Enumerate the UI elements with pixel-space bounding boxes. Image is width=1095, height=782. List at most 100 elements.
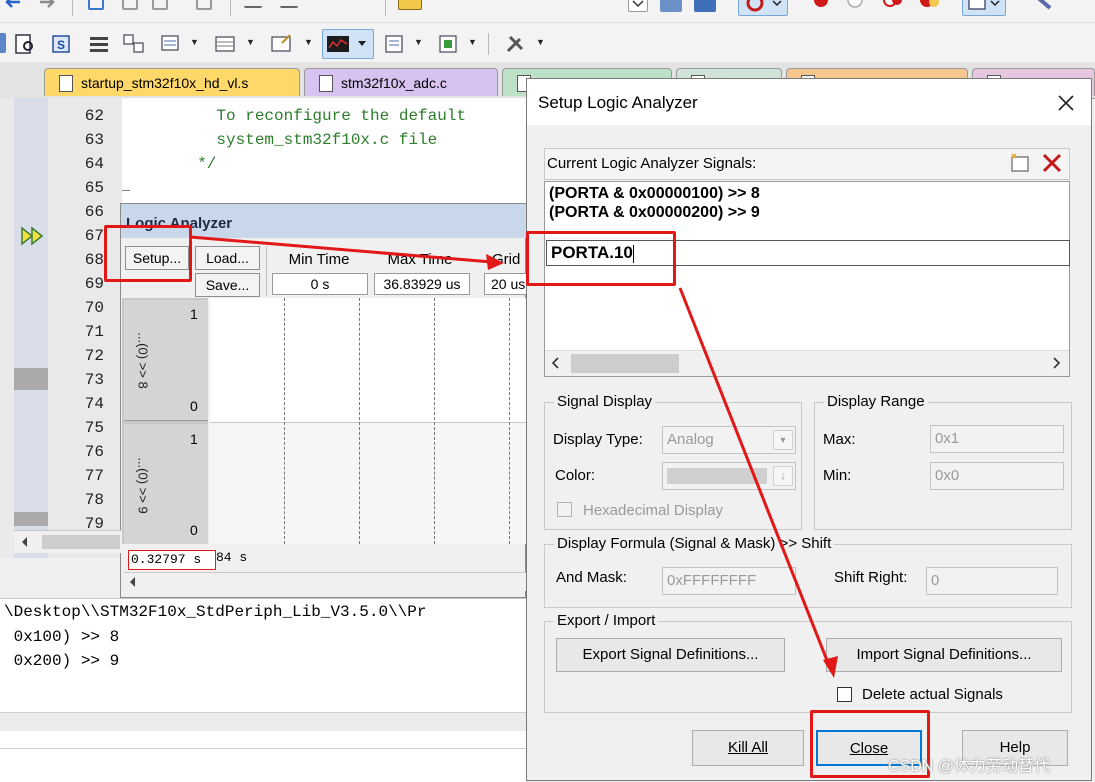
scroll-right-icon[interactable]: [1047, 351, 1067, 375]
forward-arrow-icon[interactable]: [38, 0, 56, 10]
toolbar-separator: [385, 0, 386, 16]
scroll-left-icon[interactable]: [14, 531, 36, 553]
svg-text:S: S: [57, 38, 65, 52]
analysis-window-icon[interactable]: [270, 33, 294, 55]
save-button[interactable]: Save...: [195, 273, 260, 297]
command-output-line: 0x200) >> 9: [4, 652, 120, 670]
system-viewer-icon[interactable]: [384, 33, 406, 55]
max-input[interactable]: 0x1: [930, 425, 1064, 453]
document-icon: [59, 75, 73, 92]
display-formula-group-label: Display Formula (Signal & Mask) >> Shift: [554, 535, 835, 552]
line-number: 68: [84, 251, 104, 269]
back-arrow-icon[interactable]: [4, 0, 22, 10]
call-stack-icon[interactable]: [88, 33, 110, 55]
shift-right-input[interactable]: 0: [926, 567, 1058, 595]
scroll-left-icon[interactable]: [545, 351, 565, 375]
max-time-value: 36.83929 us: [374, 273, 470, 295]
chevron-down-icon[interactable]: ▼: [414, 37, 423, 47]
max-label: Max:: [823, 431, 856, 448]
command-output-line: \Desktop\\STM32F10x_StdPeriph_Lib_V3.5.0…: [4, 603, 427, 621]
new-signal-icon[interactable]: [1008, 152, 1032, 174]
line-number: 72: [84, 347, 104, 365]
max-time-label: Max Time: [387, 251, 453, 268]
download-icon[interactable]: [694, 0, 716, 12]
bookmark-clear-icon[interactable]: [196, 0, 212, 10]
import-signal-definitions-button[interactable]: Import Signal Definitions...: [826, 638, 1062, 672]
toolbox-icon[interactable]: [438, 33, 460, 55]
breakpoint-clear-icon[interactable]: [882, 0, 904, 12]
signal-list-item[interactable]: (PORTA & 0x00000100) >> 8: [549, 185, 760, 203]
breakpoint-disable-icon[interactable]: [846, 0, 864, 12]
chevron-down-icon[interactable]: ▼: [246, 37, 255, 47]
fold-line: [122, 190, 130, 191]
tab-adc-file[interactable]: stm32f10x_adc.c: [304, 68, 498, 96]
disassembly-icon[interactable]: [14, 33, 36, 55]
signal-2-label[interactable]: ...(0) >> 9: [136, 431, 151, 541]
line-number: 77: [84, 467, 104, 485]
breakpoint-kill-icon[interactable]: [918, 0, 940, 12]
min-input[interactable]: 0x0: [930, 462, 1064, 490]
load-button[interactable]: Load...: [195, 246, 260, 270]
min-label: Min:: [823, 467, 852, 484]
logic-analyzer-icon[interactable]: [322, 29, 374, 59]
and-mask-input[interactable]: 0xFFFFFFFF: [662, 567, 796, 595]
command-output-scrollbar[interactable]: [0, 712, 526, 731]
source-browser-icon[interactable]: S: [50, 33, 72, 55]
export-signal-definitions-button[interactable]: Export Signal Definitions...: [556, 638, 785, 672]
close-icon[interactable]: [1056, 93, 1076, 113]
dropdown-toggle[interactable]: [628, 0, 648, 12]
chevron-down-icon[interactable]: ▼: [468, 37, 477, 47]
breakpoint-icon[interactable]: [812, 0, 830, 12]
gutter-marker: [14, 512, 48, 526]
signal-1-label[interactable]: ...(0) >> 8: [136, 306, 151, 416]
scroll-thumb[interactable]: [42, 535, 120, 549]
dialog-title: Setup Logic Analyzer: [538, 93, 698, 112]
memory-window-icon[interactable]: [160, 33, 182, 55]
grid-label: Grid: [492, 251, 521, 268]
signal-list-item[interactable]: (PORTA & 0x00000200) >> 9: [549, 204, 760, 222]
scroll-left-icon[interactable]: [124, 573, 142, 591]
command-input-line[interactable]: [0, 748, 526, 771]
tab-label: startup_stm32f10x_hd_vl.s: [81, 75, 249, 91]
bookmark-prev-icon[interactable]: [122, 0, 138, 10]
tools-icon[interactable]: [504, 33, 528, 55]
editor-horizontal-scrollbar[interactable]: [14, 530, 122, 553]
display-type-select[interactable]: Analog ▼: [662, 426, 796, 454]
chevron-down-icon[interactable]: ▼: [304, 37, 313, 47]
status-time-tail: 84 s: [216, 550, 248, 565]
window-layout-icon[interactable]: [962, 0, 1006, 16]
line-number: 71: [84, 323, 104, 341]
watch-icon[interactable]: [122, 33, 146, 55]
tab-startup-file[interactable]: startup_stm32f10x_hd_vl.s: [44, 68, 300, 96]
register-window-icon[interactable]: [0, 33, 6, 53]
uncomment-icon[interactable]: [350, 0, 368, 8]
color-select[interactable]: ↓: [662, 462, 796, 490]
color-picker-dropdown: ↓: [773, 466, 793, 486]
bookmark-next-icon[interactable]: [152, 0, 168, 10]
configure-icon[interactable]: [1032, 0, 1058, 14]
hexadecimal-display-checkbox[interactable]: [557, 502, 572, 517]
line-number: 73: [84, 371, 104, 389]
scroll-thumb[interactable]: [571, 354, 679, 373]
delete-signal-icon[interactable]: [1040, 152, 1064, 174]
comment-icon[interactable]: [316, 0, 334, 8]
chevron-down-icon[interactable]: ▼: [536, 37, 545, 47]
signals-list-hscrollbar[interactable]: [545, 350, 1069, 376]
la-horizontal-scrollbar[interactable]: [124, 572, 526, 591]
find-in-files-icon[interactable]: [398, 0, 422, 10]
indent-icon[interactable]: [244, 0, 262, 8]
debug-session-icon[interactable]: [738, 0, 788, 16]
color-label: Color:: [555, 467, 596, 484]
rebuild-icon[interactable]: [660, 0, 682, 12]
editor-breakpoint-margin: [14, 98, 48, 558]
line-number: 78: [84, 491, 104, 509]
kill-all-button[interactable]: Kill All: [692, 730, 804, 766]
bookmark-icon[interactable]: [88, 0, 104, 10]
chevron-down-icon[interactable]: ▼: [190, 37, 199, 47]
line-number: 69: [84, 275, 104, 293]
display-type-label: Display Type:: [553, 431, 643, 448]
unindent-icon[interactable]: [280, 0, 298, 8]
gutter-marker: [14, 368, 48, 390]
delete-actual-signals-checkbox[interactable]: [837, 687, 852, 702]
serial-window-icon[interactable]: [214, 33, 236, 55]
